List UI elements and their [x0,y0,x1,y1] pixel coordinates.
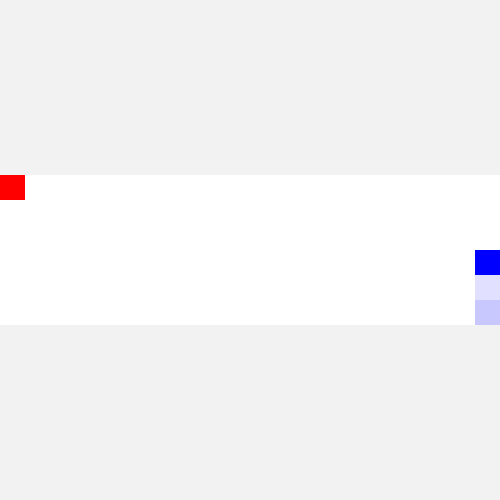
red-square [0,175,25,200]
viewport [0,0,500,500]
light-blue-square [475,275,500,300]
content-panel [0,175,500,325]
pale-blue-square [475,300,500,325]
blue-square [475,250,500,275]
